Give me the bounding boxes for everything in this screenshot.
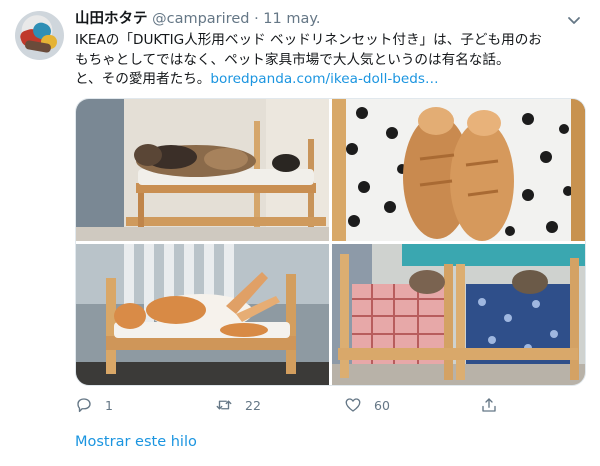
share-button[interactable] — [480, 393, 498, 417]
reply-icon — [77, 398, 91, 413]
like-count: 60 — [374, 397, 390, 413]
avatar[interactable] — [15, 11, 64, 60]
photo-cat-shelf-bed[interactable] — [76, 99, 329, 241]
author-handle[interactable]: @camparired — [152, 11, 249, 27]
show-thread-link[interactable]: Mostrar este hilo — [75, 434, 197, 450]
share-icon — [482, 398, 496, 412]
separator-dot: · — [254, 11, 259, 27]
like-icon — [345, 398, 361, 412]
like-button[interactable]: 60 — [344, 393, 390, 417]
reply-count: 1 — [105, 397, 113, 413]
tweet-text: IKEAの「DUKTIG人形用ベッド ベッドリネンセット付き」は、子ども用のお … — [75, 31, 587, 90]
retweet-count: 22 — [245, 397, 261, 413]
author-name[interactable]: 山田ホタテ — [75, 11, 148, 27]
photo-cat-sleeping-bed[interactable] — [76, 244, 329, 385]
tweet-text-line: もちゃとしてではなく、ペット家具市場で大人気というのは有名な話。 — [75, 51, 510, 68]
tweet[interactable]: 山田ホタテ @camparired · 11 may. IKEAの「DUKTIG… — [0, 0, 600, 466]
media-grid — [75, 98, 586, 386]
tweet-text-line: と、その愛用者たち。 — [75, 71, 211, 87]
tweet-date[interactable]: 11 may. — [263, 11, 320, 27]
caret-down-icon[interactable] — [566, 12, 582, 28]
tweet-text-line: IKEAの「DUKTIG人形用ベッド ベッドリネンセット付き」は、子ども用のお — [75, 32, 542, 48]
retweet-icon — [216, 400, 232, 410]
reply-button[interactable]: 1 — [75, 393, 113, 417]
tweet-actions: 1 22 60 — [75, 393, 545, 417]
tweet-link[interactable]: boredpanda.com/ikea-doll-beds… — [210, 71, 438, 87]
photo-two-cats-beds[interactable] — [332, 244, 585, 385]
photo-cats-polka-dot-bed[interactable] — [332, 99, 585, 241]
retweet-button[interactable]: 22 — [215, 393, 261, 417]
tweet-text-line-with-link: と、その愛用者たち。boredpanda.com/ikea-doll-beds… — [75, 70, 587, 90]
tweet-header: 山田ホタテ @camparired · 11 may. — [75, 9, 320, 29]
